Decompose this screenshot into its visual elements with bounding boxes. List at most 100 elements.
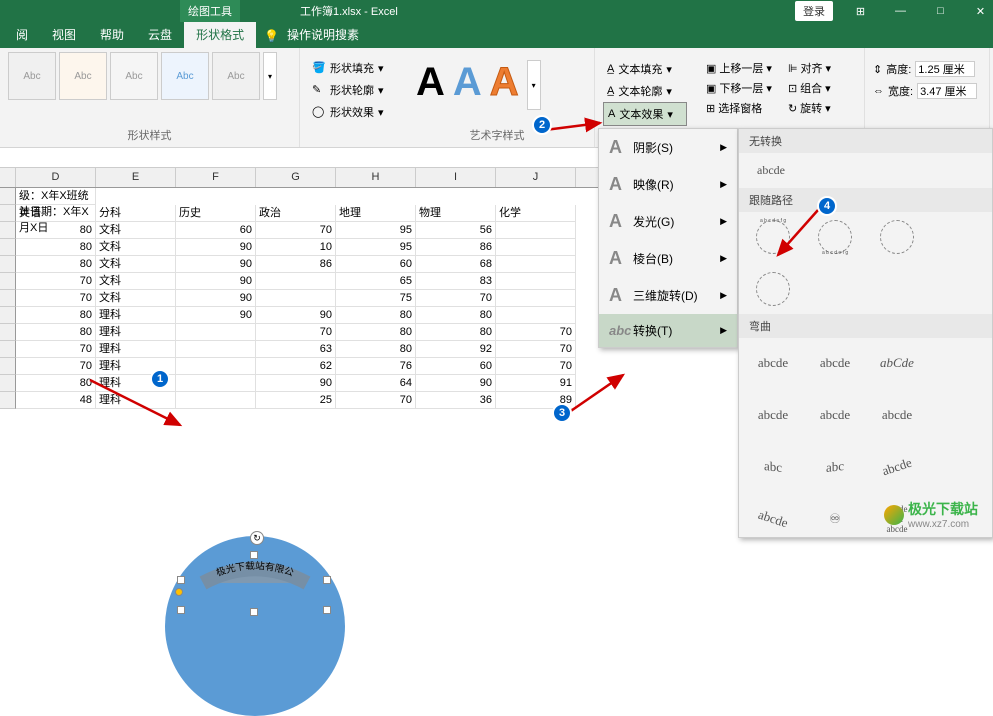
- cell[interactable]: [496, 256, 576, 273]
- cell[interactable]: [496, 222, 576, 239]
- row-header[interactable]: [0, 256, 16, 273]
- ribbon-display-icon[interactable]: ⊞: [848, 5, 873, 18]
- row-header[interactable]: [0, 205, 16, 222]
- resize-handle[interactable]: [323, 576, 331, 584]
- warp-option[interactable]: abcde: [875, 398, 919, 432]
- row-header[interactable]: [0, 392, 16, 409]
- cell[interactable]: 80: [16, 222, 96, 239]
- cell[interactable]: 80: [16, 239, 96, 256]
- col-header-I[interactable]: I: [416, 168, 496, 187]
- style-preset-2[interactable]: Abc: [59, 52, 107, 100]
- col-header-G[interactable]: G: [256, 168, 336, 187]
- bevel-menu-item[interactable]: A棱台(B)▶: [599, 240, 737, 277]
- cell[interactable]: 文科: [96, 273, 176, 290]
- align-button[interactable]: ⊫对齐 ▾: [785, 58, 834, 78]
- login-button[interactable]: 登录: [795, 1, 833, 21]
- row-header[interactable]: [0, 290, 16, 307]
- cell[interactable]: 80: [336, 324, 416, 341]
- cell[interactable]: 80: [336, 341, 416, 358]
- row-header[interactable]: [0, 324, 16, 341]
- rotate-handle-icon[interactable]: ↻: [250, 531, 264, 545]
- cell[interactable]: 64: [336, 375, 416, 392]
- cell[interactable]: [496, 273, 576, 290]
- cell[interactable]: 政治: [256, 205, 336, 222]
- warp-option[interactable]: abcde: [813, 398, 857, 432]
- style-preset-4[interactable]: Abc: [161, 52, 209, 100]
- tab-review[interactable]: 阅: [4, 21, 40, 48]
- style-preset-3[interactable]: Abc: [110, 52, 158, 100]
- row-header[interactable]: [0, 375, 16, 392]
- resize-handle[interactable]: [323, 606, 331, 614]
- text-effects-button[interactable]: A文本效果 ▾: [603, 102, 687, 126]
- group-button[interactable]: ⊡组合 ▾: [785, 78, 834, 98]
- cell[interactable]: 92: [416, 341, 496, 358]
- col-header-J[interactable]: J: [496, 168, 576, 187]
- warp-option[interactable]: abcde: [813, 346, 857, 380]
- row-header[interactable]: [0, 239, 16, 256]
- col-header-F[interactable]: F: [176, 168, 256, 187]
- cell[interactable]: 化学: [496, 205, 576, 222]
- cell[interactable]: 历史: [176, 205, 256, 222]
- cell[interactable]: 25: [256, 392, 336, 409]
- cell[interactable]: 95: [336, 222, 416, 239]
- cell[interactable]: 文科: [96, 222, 176, 239]
- row-header[interactable]: [0, 222, 16, 239]
- wordart-preset-2[interactable]: A: [453, 60, 482, 110]
- cell[interactable]: 文科: [96, 256, 176, 273]
- cell[interactable]: 36: [416, 392, 496, 409]
- shape-outline-button[interactable]: ✎形状轮廓 ▾: [308, 80, 392, 100]
- tab-help[interactable]: 帮助: [88, 21, 136, 48]
- bring-forward-button[interactable]: ▣上移一层 ▾: [703, 58, 775, 78]
- cell[interactable]: 70: [256, 222, 336, 239]
- glow-menu-item[interactable]: A发光(G)▶: [599, 203, 737, 240]
- maximize-icon[interactable]: □: [928, 5, 953, 17]
- warp-option[interactable]: abcde: [751, 398, 795, 432]
- cell[interactable]: [256, 273, 336, 290]
- wordart-more-button[interactable]: ▾: [527, 60, 541, 110]
- resize-handle[interactable]: [177, 576, 185, 584]
- cell[interactable]: 90: [176, 273, 256, 290]
- resize-handle[interactable]: [250, 551, 258, 559]
- text-fill-button[interactable]: A̲文本填充 ▾: [603, 58, 687, 80]
- tab-shape-format[interactable]: 形状格式: [184, 21, 256, 48]
- close-icon[interactable]: ✕: [968, 5, 993, 18]
- cell[interactable]: 60: [176, 222, 256, 239]
- wordart-preset-3[interactable]: A: [490, 60, 519, 110]
- path-button-option[interactable]: [751, 272, 795, 306]
- tab-cloud[interactable]: 云盘: [136, 21, 184, 48]
- warp-option[interactable]: abcde: [871, 444, 923, 490]
- style-preset-5[interactable]: Abc: [212, 52, 260, 100]
- cell[interactable]: 76: [336, 358, 416, 375]
- cell[interactable]: 95: [336, 239, 416, 256]
- cell[interactable]: 80: [16, 256, 96, 273]
- cell[interactable]: 86: [256, 256, 336, 273]
- cell[interactable]: 83: [416, 273, 496, 290]
- cell[interactable]: 80: [16, 324, 96, 341]
- resize-handle[interactable]: [250, 608, 258, 616]
- minimize-icon[interactable]: —: [888, 5, 913, 17]
- cell[interactable]: [496, 239, 576, 256]
- cell[interactable]: [176, 341, 256, 358]
- cell[interactable]: 62: [256, 358, 336, 375]
- cell[interactable]: [176, 324, 256, 341]
- col-header-H[interactable]: H: [336, 168, 416, 187]
- cell[interactable]: 分科: [96, 205, 176, 222]
- text-outline-button[interactable]: A̲文本轮廓 ▾: [603, 80, 687, 102]
- width-input[interactable]: [917, 83, 977, 99]
- cell[interactable]: 理科: [96, 341, 176, 358]
- cell[interactable]: 70: [496, 324, 576, 341]
- shadow-menu-item[interactable]: A阴影(S)▶: [599, 129, 737, 166]
- cell[interactable]: 90: [256, 307, 336, 324]
- no-transform-option[interactable]: abcde: [739, 153, 992, 188]
- cell[interactable]: 文科: [96, 239, 176, 256]
- warp-option[interactable]: abc: [813, 448, 857, 487]
- send-backward-button[interactable]: ▣下移一层 ▾: [703, 78, 775, 98]
- cell[interactable]: 70: [16, 290, 96, 307]
- circle-shape[interactable]: ↻ 极光下载站有限公: [165, 536, 345, 716]
- style-preset-1[interactable]: Abc: [8, 52, 56, 100]
- select-all-corner[interactable]: [0, 168, 16, 187]
- merged-header-cell[interactable]: 级：X年X班统计日期：X年X月X日: [16, 188, 96, 205]
- cell[interactable]: 90: [416, 375, 496, 392]
- col-header-E[interactable]: E: [96, 168, 176, 187]
- cell[interactable]: 90: [256, 375, 336, 392]
